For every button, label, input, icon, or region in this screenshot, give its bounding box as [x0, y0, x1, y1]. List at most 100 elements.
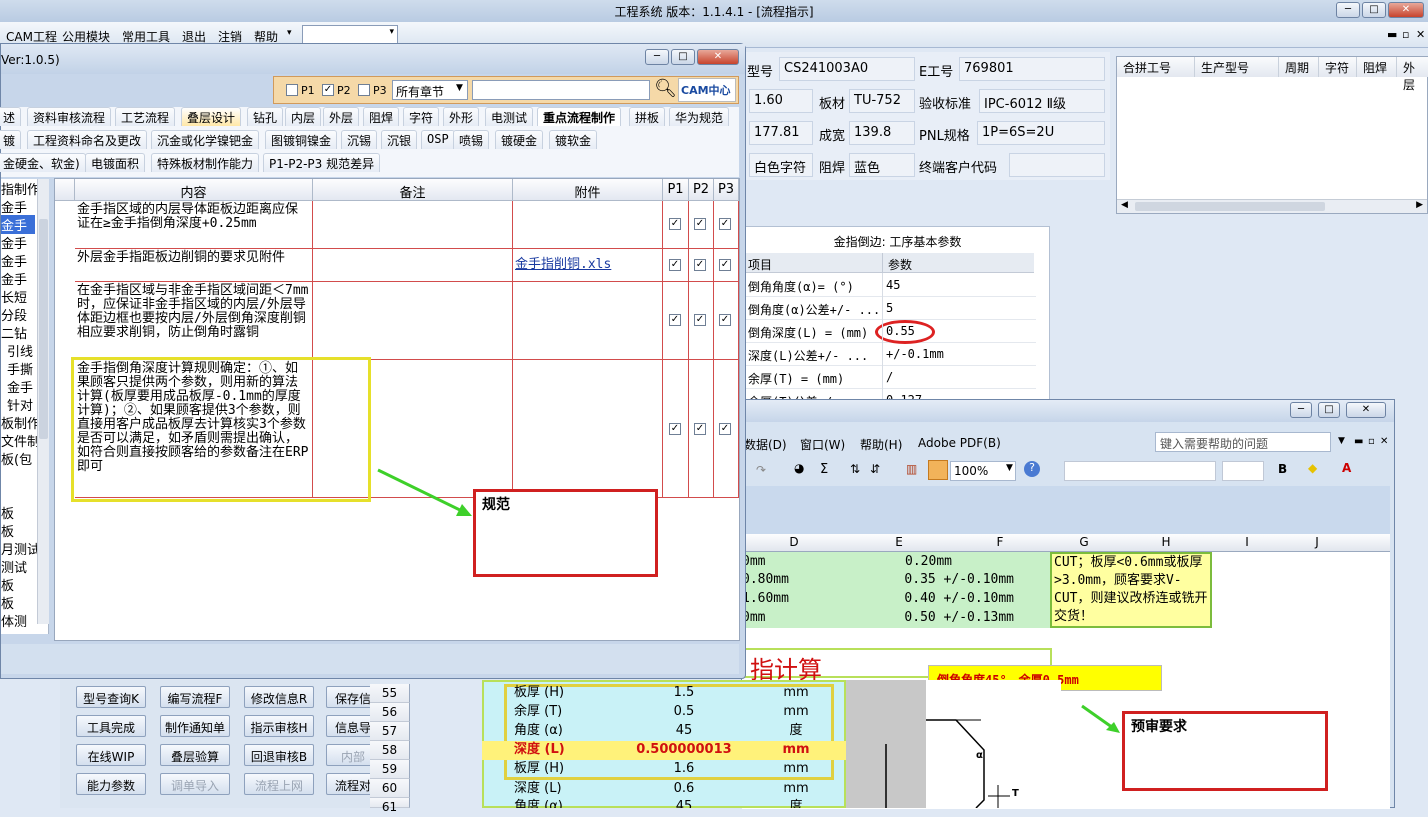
modify-info-button[interactable]: 修改信息R — [244, 686, 314, 708]
calc-unit[interactable]: mm — [746, 741, 846, 759]
select-all-corner[interactable] — [55, 179, 75, 201]
tab-stackup[interactable]: 叠层设计 — [181, 107, 242, 126]
cell[interactable]: 0.40 +/-0.10mm — [846, 590, 1014, 608]
p2-row-checkbox[interactable]: ✓ — [694, 423, 706, 435]
p2-checkbox[interactable]: ✓ — [322, 84, 334, 96]
bold-icon[interactable]: B — [1278, 462, 1287, 476]
topic-item[interactable]: 板 — [1, 593, 14, 612]
model-query-button[interactable]: 型号查询K — [76, 686, 146, 708]
col-h[interactable]: H — [1120, 535, 1212, 549]
topic-item[interactable]: 金手 — [1, 269, 27, 288]
topic-item[interactable]: 金手 — [1, 251, 27, 270]
calc-value[interactable]: 0.500000013 — [624, 741, 744, 759]
table-cell-note[interactable] — [313, 249, 513, 282]
tab-imm-silver[interactable]: 沉银 — [381, 130, 418, 149]
flow-upload-button[interactable]: 流程上网 — [244, 773, 314, 795]
col-combine-no[interactable]: 合拼工号 — [1117, 57, 1195, 77]
notice-button[interactable]: 制作通知单 — [160, 715, 230, 737]
col-attach[interactable]: 附件 — [513, 179, 663, 201]
mask-field[interactable]: 蓝色 — [849, 153, 915, 177]
excel-minimize-button[interactable]: ─ — [1290, 402, 1312, 418]
row-number[interactable]: 56 — [370, 703, 410, 722]
params-row[interactable]: 倒角度(α)公差+/- ... 5 — [746, 297, 1036, 320]
scroll-right-icon[interactable]: ▶ — [1416, 200, 1423, 210]
calc-unit[interactable]: mm — [746, 703, 846, 721]
col-legend[interactable]: 字符 — [1319, 57, 1357, 77]
topic-item-selected[interactable]: 金手 — [1, 215, 35, 234]
sort-desc-icon[interactable]: ⇵ — [870, 462, 880, 476]
p2-row-checkbox[interactable]: ✓ — [694, 259, 706, 271]
col-i[interactable]: I — [1212, 535, 1282, 549]
tab-mask[interactable]: 阻焊 — [363, 107, 400, 126]
mdi-close-icon[interactable]: ✕ — [1416, 28, 1425, 41]
calc-label[interactable]: 板厚 (H) — [514, 684, 564, 702]
tab-overview[interactable]: 述 — [0, 107, 22, 126]
calc-unit[interactable]: mm — [746, 684, 846, 702]
board-field[interactable]: TU-752 — [849, 89, 915, 113]
calc-value[interactable]: 0.6 — [624, 780, 744, 798]
col-note[interactable]: 备注 — [313, 179, 513, 201]
tab-p1p2p3-diff[interactable]: P1-P2-P3 规范差异 — [263, 153, 381, 172]
tab-huawei[interactable]: 华为规范 — [669, 107, 730, 126]
topic-item[interactable]: 测试 — [1, 557, 27, 576]
params-row[interactable]: 倒角角度(α)= (°) 45 — [746, 274, 1036, 297]
calc-label[interactable]: 深度 (L) — [514, 741, 565, 759]
std-field[interactable]: IPC-6012 Ⅱ级 — [979, 89, 1105, 113]
topic-item[interactable]: 长短 — [1, 287, 27, 306]
model-field[interactable]: CS241003A0 — [779, 57, 915, 81]
topic-item[interactable]: 手撕 — [7, 359, 33, 378]
thickness-field[interactable]: 1.60 — [749, 89, 813, 113]
p1-row-checkbox[interactable]: ✓ — [669, 218, 681, 230]
vcut-note-cell[interactable]: CUT；板厚<0.6mm或板厚>3.0mm，顾客要求V-CUT，则建议改桥连或铣… — [1050, 552, 1212, 628]
tab-data-review[interactable]: 资料审核流程 — [27, 107, 112, 126]
tab-pattern-plating[interactable]: 图镀铜镍金 — [265, 130, 338, 149]
topic-item[interactable]: 针对 — [7, 395, 33, 414]
legend-field[interactable]: 白色字符 — [749, 153, 813, 177]
calc-value[interactable]: 1.6 — [624, 760, 744, 778]
row-number[interactable]: 60 — [370, 779, 410, 798]
calc-label[interactable]: 角度 (α) — [514, 798, 563, 808]
tab-plating[interactable]: 镀 — [0, 130, 22, 149]
tab-process-flow[interactable]: 工艺流程 — [115, 107, 176, 126]
row-number[interactable]: 58 — [370, 741, 410, 760]
sort-asc-icon[interactable]: ⇅ — [850, 462, 860, 476]
col-p2[interactable]: P2 — [689, 179, 714, 201]
table-cell-attach[interactable] — [513, 282, 663, 360]
col-f[interactable]: F — [952, 535, 1048, 549]
excel-help-arrow-icon[interactable]: ▼ — [1338, 436, 1345, 446]
cell[interactable]: 0mm — [742, 553, 846, 571]
tab-enig[interactable]: 沉金或化学镍钯金 — [151, 130, 260, 149]
tab-special-material[interactable]: 特殊板材制作能力 — [151, 153, 260, 172]
table-cell-content[interactable]: 在金手指区域与非金手指区域间距＜7mm时，应保证非金手指区域的内层/外层导体距边… — [75, 282, 313, 360]
eno-field[interactable]: 769801 — [959, 57, 1105, 81]
tab-plating-area[interactable]: 电镀面积 — [85, 153, 146, 172]
tab-legend[interactable]: 字符 — [403, 107, 440, 126]
topic-item[interactable]: 月测试 — [1, 539, 40, 558]
p3-row-checkbox[interactable]: ✓ — [719, 423, 731, 435]
topic-item[interactable]: 体测 — [1, 611, 27, 630]
autosum-icon[interactable]: Σ — [820, 462, 828, 477]
p1-checkbox[interactable] — [286, 84, 298, 96]
tab-key-flow[interactable]: 重点流程制作 — [537, 107, 622, 126]
topic-item[interactable]: 金手 — [7, 377, 33, 396]
col-outer[interactable]: 外层 — [1397, 57, 1428, 92]
drawing-icon[interactable] — [928, 460, 948, 480]
cell[interactable]: 0.35 +/-0.10mm — [846, 571, 1014, 589]
search-input[interactable] — [472, 80, 650, 100]
excel-help-input[interactable]: 键入需要帮助的问题 — [1155, 432, 1331, 452]
tab-hasl[interactable]: 喷锡 — [453, 130, 490, 149]
fill-color-icon[interactable]: ◆ — [1308, 461, 1317, 475]
endcust-field[interactable] — [1009, 153, 1105, 177]
topic-item[interactable]: 板 — [1, 521, 14, 540]
rollback-button[interactable]: 回退审核B — [244, 744, 314, 766]
topic-item[interactable]: 板制作 — [1, 413, 40, 432]
col-period[interactable]: 周期 — [1279, 57, 1319, 77]
topic-item[interactable]: 文件制 — [1, 431, 40, 450]
tab-profile[interactable]: 外形 — [443, 107, 480, 126]
font-select[interactable] — [1064, 461, 1216, 481]
tab-panel[interactable]: 拼板 — [629, 107, 666, 126]
maximize-button[interactable]: □ — [1362, 2, 1386, 18]
col-e[interactable]: E — [846, 535, 952, 549]
excel-menu-pdf[interactable]: Adobe PDF(B) — [918, 436, 1001, 450]
row-number[interactable]: 59 — [370, 760, 410, 779]
